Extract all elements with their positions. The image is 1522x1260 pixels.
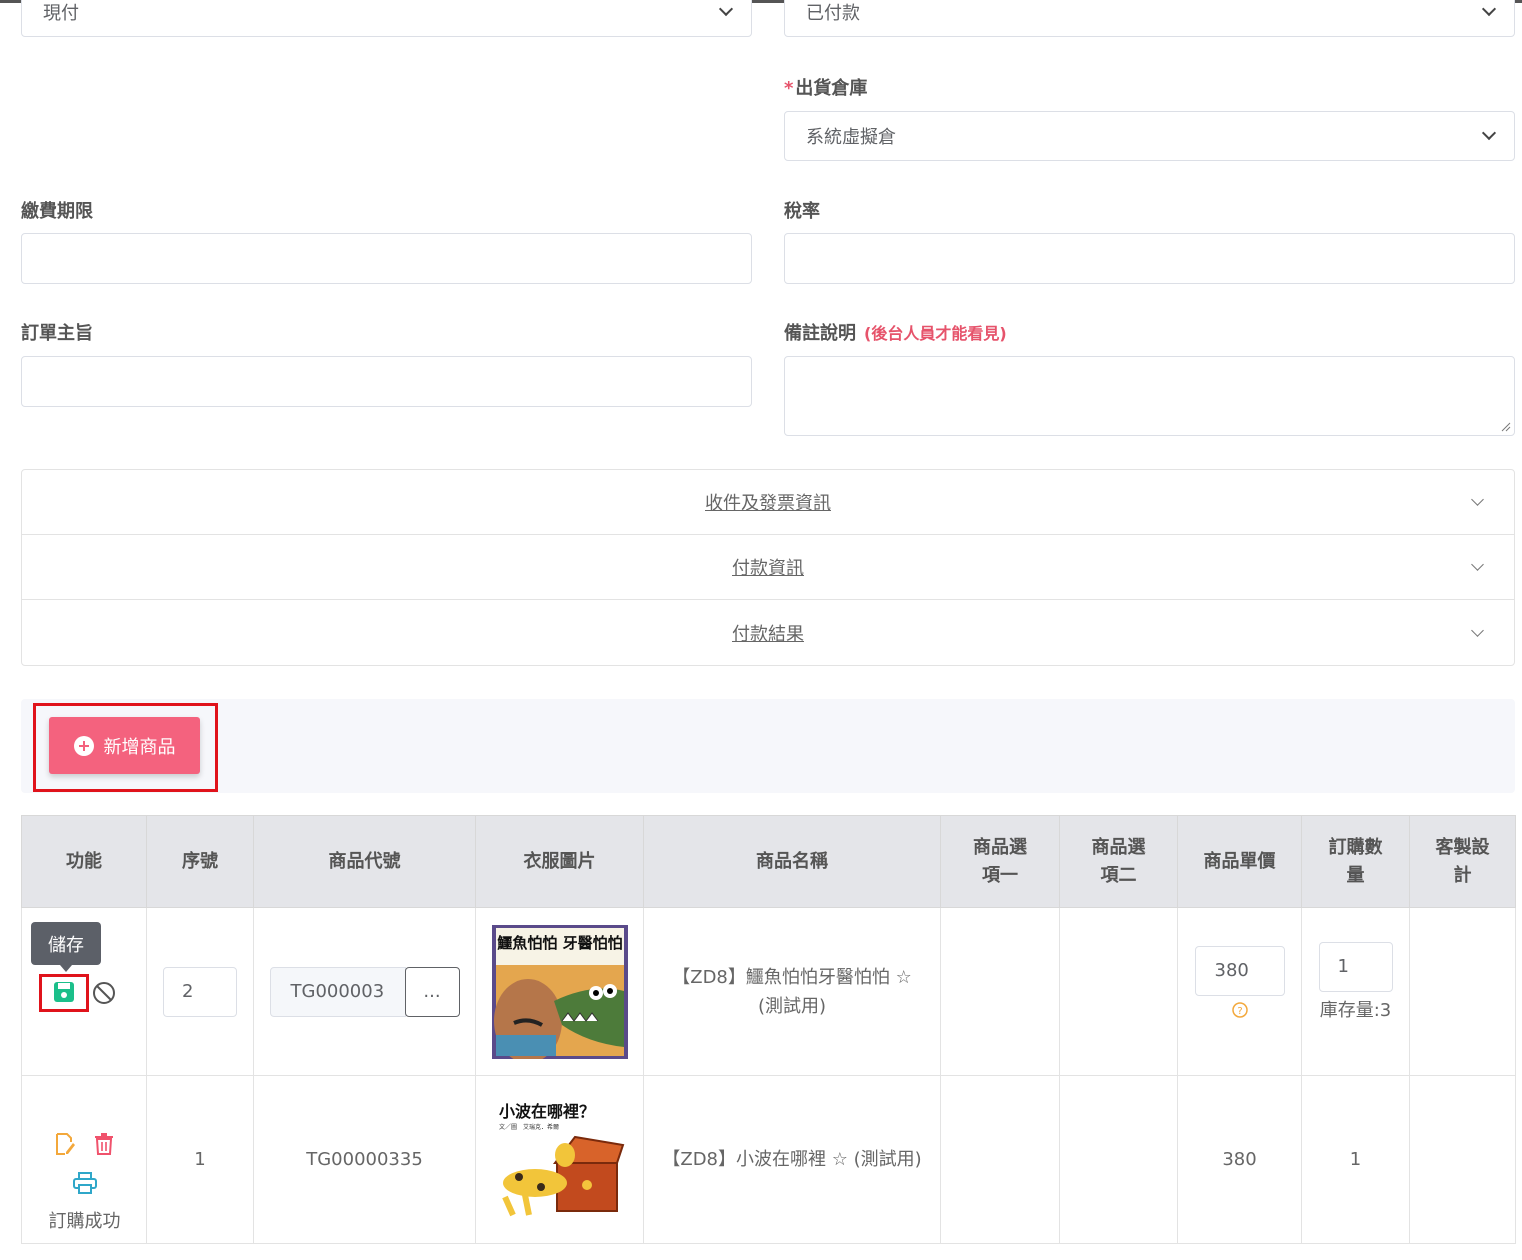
price-input[interactable]: 380: [1194, 945, 1285, 996]
svg-text:?: ?: [1237, 1006, 1242, 1017]
remarks-textarea[interactable]: [784, 356, 1515, 436]
table-header-row: 功能 序號 商品代號 衣服圖片 商品名稱 商品選項一 商品選項二 商品單價 訂購…: [21, 815, 1516, 908]
product-name-cell: 【ZD8】鱷魚怕怕牙醫怕怕 ☆ (測試用): [643, 907, 941, 1076]
accordion-title: 收件及發票資訊: [705, 493, 831, 514]
image-cell: 小波在哪裡？ 文／圖 艾瑞克．希爾: [475, 1075, 644, 1244]
remarks-label-text: 備註說明: [784, 323, 856, 344]
header-function: 功能: [21, 815, 147, 908]
chevron-down-icon: [718, 1, 734, 17]
image-title: 小波在哪裡？: [499, 1102, 595, 1121]
table-row: 儲存 2 TG000003 ... 鱷魚怕怕 牙醫怕怕 【ZD8】鱷魚怕怕牙醫怕…: [21, 907, 1516, 1076]
image-title: 鱷魚怕怕 牙醫怕怕: [496, 934, 622, 952]
header-name: 商品名稱: [643, 815, 941, 908]
payment-method-select[interactable]: 現付: [21, 0, 752, 37]
option1-cell: [940, 1075, 1060, 1244]
custom-cell: [1409, 1075, 1516, 1244]
product-name-cell: 【ZD8】小波在哪裡 ☆ (測試用): [643, 1075, 941, 1244]
edit-icon[interactable]: [54, 1132, 76, 1156]
price-cell: 380 ?: [1177, 907, 1302, 1076]
product-image[interactable]: 小波在哪裡？ 文／圖 艾瑞克．希爾: [494, 1096, 625, 1223]
option1-cell: [940, 907, 1060, 1076]
qty-cell: 1 庫存量:3: [1301, 907, 1410, 1076]
remarks-hint: (後台人員才能看見): [864, 324, 1007, 343]
quantity-input[interactable]: 1: [1318, 941, 1393, 992]
accordion-shipping-invoice[interactable]: 收件及發票資訊: [22, 470, 1514, 535]
plus-circle-icon: [73, 735, 94, 756]
warehouse-label-text: 出貨倉庫: [795, 78, 868, 99]
image-subtitle: 文／圖 艾瑞克．希爾: [499, 1123, 559, 1131]
qty-cell: 1: [1301, 1075, 1410, 1244]
due-date-input[interactable]: [21, 233, 752, 284]
cancel-icon[interactable]: [92, 981, 116, 1005]
row-functions: 儲存: [21, 907, 147, 1076]
add-product-button[interactable]: 新增商品: [49, 717, 200, 774]
custom-cell: [1409, 907, 1516, 1076]
product-toolbar: [21, 699, 1515, 793]
products-table: 功能 序號 商品代號 衣服圖片 商品名稱 商品選項一 商品選項二 商品單價 訂購…: [21, 815, 1516, 1244]
option2-cell: [1059, 907, 1178, 1076]
accordion-payment-result[interactable]: 付款結果: [22, 600, 1514, 665]
header-code: 商品代號: [253, 815, 476, 908]
resize-handle-icon[interactable]: [1501, 422, 1511, 432]
chevron-down-icon: [1481, 1, 1497, 17]
save-tooltip: 儲存: [31, 922, 101, 972]
question-icon[interactable]: ?: [1231, 1001, 1248, 1018]
payment-status-select[interactable]: 已付款: [784, 0, 1515, 37]
header-price: 商品單價: [1177, 815, 1302, 908]
print-icon[interactable]: [73, 1171, 97, 1194]
seq-cell: 1: [146, 1075, 254, 1244]
header-custom: 客製設計: [1409, 815, 1516, 908]
code-cell: TG00000335: [253, 1075, 476, 1244]
tax-rate-label: 稅率: [784, 201, 820, 222]
accordion-payment-info[interactable]: 付款資訊: [22, 535, 1514, 600]
add-product-label: 新增商品: [103, 736, 176, 758]
header-option1: 商品選項一: [940, 815, 1060, 908]
product-code-input[interactable]: TG000003: [269, 966, 406, 1017]
info-accordion: 收件及發票資訊 付款資訊 付款結果: [21, 469, 1515, 666]
chevron-down-icon: [1471, 623, 1484, 637]
option2-cell: [1059, 1075, 1178, 1244]
warehouse-value: 系統虛擬倉: [806, 127, 896, 148]
due-date-label: 繳費期限: [21, 201, 93, 222]
seq-cell: 2: [146, 907, 254, 1076]
order-subject-label: 訂單主旨: [21, 323, 93, 344]
header-qty: 訂購數量: [1301, 815, 1410, 908]
order-status: 訂購成功: [48, 1210, 121, 1232]
header-option2: 商品選項二: [1059, 815, 1178, 908]
image-cell: 鱷魚怕怕 牙醫怕怕: [475, 907, 644, 1076]
accordion-title: 付款資訊: [732, 558, 804, 579]
warehouse-label: * 出貨倉庫: [784, 74, 867, 100]
trash-icon[interactable]: [94, 1132, 114, 1155]
accordion-title: 付款結果: [732, 623, 804, 645]
chevron-down-icon: [1481, 125, 1497, 141]
order-subject-input[interactable]: [21, 356, 752, 407]
stock-text: 庫存量:3: [1319, 999, 1392, 1021]
seq-input[interactable]: 2: [163, 966, 237, 1017]
chevron-down-icon: [1471, 558, 1484, 571]
product-lookup-button[interactable]: ...: [404, 966, 460, 1017]
required-mark: *: [784, 78, 794, 99]
remarks-label: 備註說明 (後台人員才能看見): [784, 319, 1007, 345]
tax-rate-input[interactable]: [784, 233, 1515, 284]
header-image: 衣服圖片: [475, 815, 644, 908]
payment-method-value: 現付: [43, 3, 79, 24]
code-cell: TG000003 ...: [253, 907, 476, 1076]
chevron-down-icon: [1471, 493, 1484, 506]
row-functions: 訂購成功: [21, 1075, 147, 1244]
product-image[interactable]: 鱷魚怕怕 牙醫怕怕: [491, 924, 628, 1059]
price-cell: 380: [1177, 1075, 1302, 1244]
table-row: 訂購成功 1 TG00000335 小波在哪裡？ 文／圖 艾瑞克．希爾 【ZD8…: [21, 1075, 1516, 1244]
save-icon[interactable]: [53, 981, 75, 1003]
payment-status-value: 已付款: [806, 3, 860, 24]
warehouse-select[interactable]: 系統虛擬倉: [784, 111, 1515, 161]
header-seq: 序號: [146, 815, 254, 908]
